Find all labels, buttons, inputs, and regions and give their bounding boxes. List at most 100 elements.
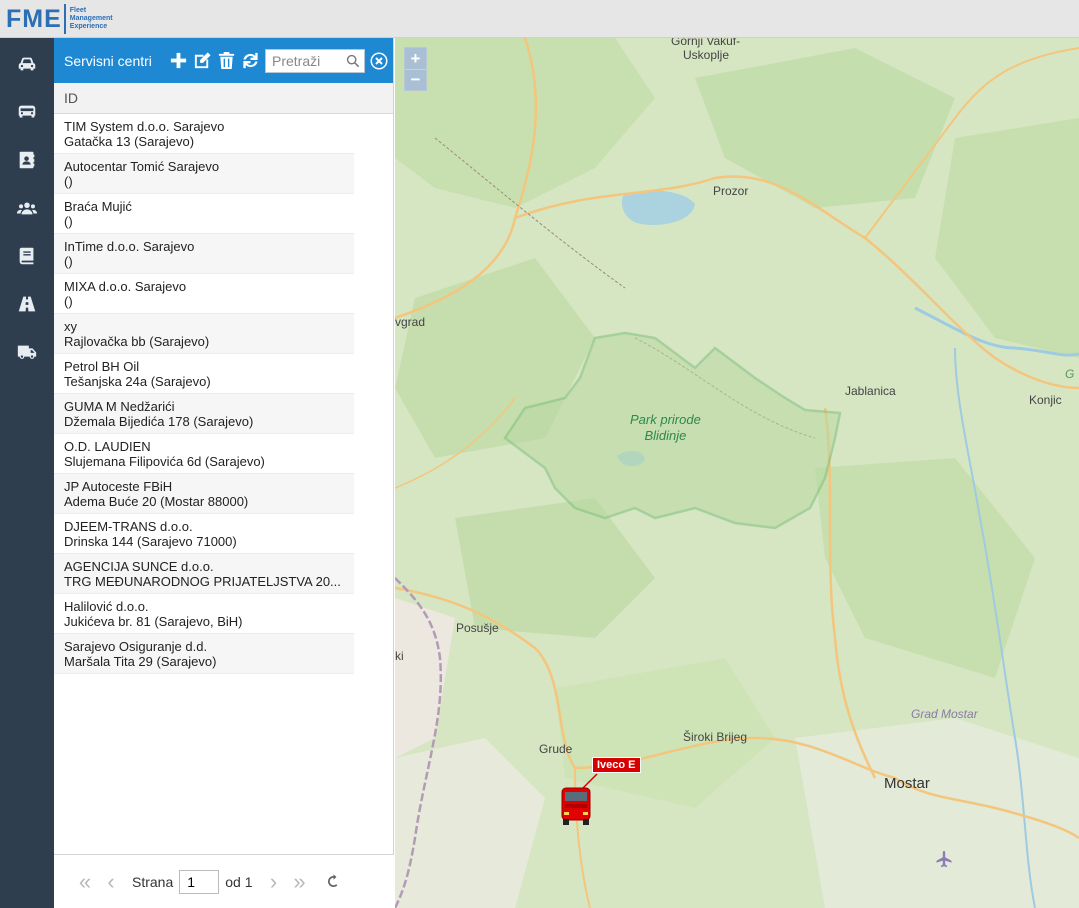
table-row[interactable]: Sarajevo Osiguranje d.d. Maršala Tita 29 … (54, 634, 354, 674)
park-label-line-2: Blidinje (644, 428, 687, 443)
row-address: Adema Buće 20 (Mostar 88000) (64, 494, 249, 509)
delete-button[interactable] (216, 51, 236, 71)
plus-icon (170, 52, 186, 69)
reload-svg (327, 874, 338, 888)
row-address: Jukićeva br. 81 (Sarajevo, BiH) (64, 614, 243, 629)
nav-contacts[interactable] (0, 136, 54, 184)
row-name: InTime d.o.o. Sarajevo (64, 239, 195, 254)
table-row[interactable]: DJEEM-TRANS d.o.o. Drinska 144 (Sarajevo … (54, 514, 354, 554)
row-name: Sarajevo Osiguranje d.d. (64, 639, 208, 654)
map-canvas (395, 38, 1079, 908)
row-name: Petrol BH Oil (64, 359, 140, 374)
table-row[interactable]: O.D. LAUDIEN Slujemana Filipovića 6d (Sar… (54, 434, 354, 474)
park-label-line-1: Park prirode (630, 412, 701, 427)
car-icon (18, 57, 36, 71)
bus-icon (18, 105, 36, 118)
nav-vehicles[interactable] (0, 40, 54, 88)
map-label-posusje: Posušje (456, 621, 499, 635)
app-logo[interactable]: FME Fleet Management Experience (6, 3, 113, 35)
logo-letters: FME (6, 4, 62, 33)
table-row[interactable]: Autocentar Tomić Sarajevo() (54, 154, 354, 194)
column-header-id[interactable]: ID (54, 83, 393, 114)
zoom-control: + − (404, 47, 427, 91)
search-box (265, 48, 365, 73)
left-navigation (0, 38, 54, 908)
row-address: Gatačka 13 (Sarajevo) (64, 134, 195, 149)
map-label-siroki-brijeg: Široki Brijeg (683, 730, 748, 744)
prev-page-icon[interactable]: ‹ (98, 869, 124, 894)
table-row[interactable]: Petrol BH Oil Tešanjska 24a (Sarajevo) (54, 354, 354, 394)
first-page-icon[interactable]: « (72, 869, 98, 894)
table-row[interactable]: Braća Mujić() (54, 194, 354, 234)
map-label-konjic: Konjic (1029, 393, 1062, 407)
nav-trucks[interactable] (0, 328, 54, 376)
row-address: Džemala Bijedića 178 (Sarajevo) (64, 414, 254, 429)
table-row[interactable]: TIM System d.o.o. Sarajevo Gatačka 13 (Sa… (54, 114, 354, 154)
row-name: xy (64, 319, 77, 334)
book-icon (19, 247, 34, 265)
row-address: Slujemana Filipovića 6d (Sarajevo) (64, 454, 265, 469)
clear-search-icon[interactable] (369, 51, 389, 71)
edit-button[interactable] (192, 51, 212, 71)
map-view[interactable]: + − Gornji Vakuf- Uskoplje Prozor vgrad … (395, 38, 1079, 908)
nav-users[interactable] (0, 184, 54, 232)
zoom-out-button[interactable]: − (405, 69, 426, 90)
map-label-uskoplje: Uskoplje (683, 48, 730, 62)
row-address: () (64, 294, 73, 309)
refresh-icon (242, 52, 258, 69)
reload-icon[interactable] (321, 870, 347, 894)
top-bar: FME Fleet Management Experience (0, 0, 1079, 38)
truck-icon (17, 345, 37, 359)
map-label-grad-mostar: Grad Mostar (911, 707, 978, 721)
last-page-icon[interactable]: » (287, 869, 313, 894)
trash-icon (218, 51, 234, 70)
contacts-icon (19, 151, 35, 169)
table-row[interactable]: AGENCIJA SUNCE d.o.o. TRG MEĐUNARODNOG PR… (54, 554, 354, 594)
table-row[interactable]: GUMA M Nedžarići Džemala Bijedića 178 (Sa… (54, 394, 354, 434)
map-label-grude: Grude (539, 742, 573, 756)
map-label-gornji-vakuf: Gornji Vakuf- (671, 38, 741, 48)
row-name: AGENCIJA SUNCE d.o.o. (64, 559, 214, 574)
row-name: Halilović d.o.o. (64, 599, 149, 614)
panel-title: Servisni centri (64, 52, 152, 69)
logo-subtitle: Fleet Management Experience (70, 7, 113, 31)
users-icon (16, 202, 38, 215)
row-address: TRG MEĐUNARODNOG PRIJATELJSTVA 20... (64, 574, 341, 589)
zoom-in-button[interactable]: + (405, 48, 426, 69)
vehicle-label[interactable]: Iveco E (592, 757, 641, 773)
nav-roads[interactable] (0, 280, 54, 328)
table-row[interactable]: JP Autoceste FBiH Adema Buće 20 (Mostar 8… (54, 474, 354, 514)
edit-icon (194, 52, 211, 69)
row-name: TIM System d.o.o. Sarajevo (64, 119, 225, 134)
truck-marker-icon[interactable] (559, 786, 593, 826)
page-number-input[interactable] (179, 869, 220, 894)
table-row[interactable]: InTime d.o.o. Sarajevo() (54, 234, 354, 274)
map-label-jablanica: Jablanica (845, 384, 896, 398)
service-center-list: TIM System d.o.o. Sarajevo Gatačka 13 (Sa… (54, 114, 393, 674)
service-centers-panel: Servisni centri ID TIM System d.o.o. Sar… (54, 38, 394, 908)
row-name: O.D. LAUDIEN (64, 439, 151, 454)
search-icon[interactable] (346, 54, 360, 68)
row-address: Rajlovačka bb (Sarajevo) (64, 334, 210, 349)
airport-icon (936, 850, 952, 868)
page-label: Strana (132, 873, 174, 890)
map-label-prozor: Prozor (713, 184, 749, 198)
logo-subtitle-line-3: Experience (69, 23, 108, 30)
next-page-icon[interactable]: › (261, 869, 287, 894)
nav-buses[interactable] (0, 88, 54, 136)
road-icon (18, 296, 36, 312)
panel-header: Servisni centri (54, 38, 393, 83)
row-name: MIXA d.o.o. Sarajevo (64, 279, 187, 294)
row-address: Drinska 144 (Sarajevo 71000) (64, 534, 237, 549)
table-row[interactable]: Halilović d.o.o. Jukićeva br. 81 (Sarajev… (54, 594, 354, 634)
add-button[interactable] (168, 51, 188, 71)
row-address: Tešanjska 24a (Sarajevo) (64, 374, 211, 389)
logo-subtitle-line-2: Management (69, 15, 113, 22)
refresh-button[interactable] (240, 51, 260, 71)
row-name: Autocentar Tomić Sarajevo (64, 159, 220, 174)
row-name: JP Autoceste FBiH (64, 479, 173, 494)
nav-logbook[interactable] (0, 232, 54, 280)
table-row[interactable]: MIXA d.o.o. Sarajevo() (54, 274, 354, 314)
table-row[interactable]: xy Rajlovačka bb (Sarajevo) (54, 314, 354, 354)
row-address: () (64, 174, 73, 189)
